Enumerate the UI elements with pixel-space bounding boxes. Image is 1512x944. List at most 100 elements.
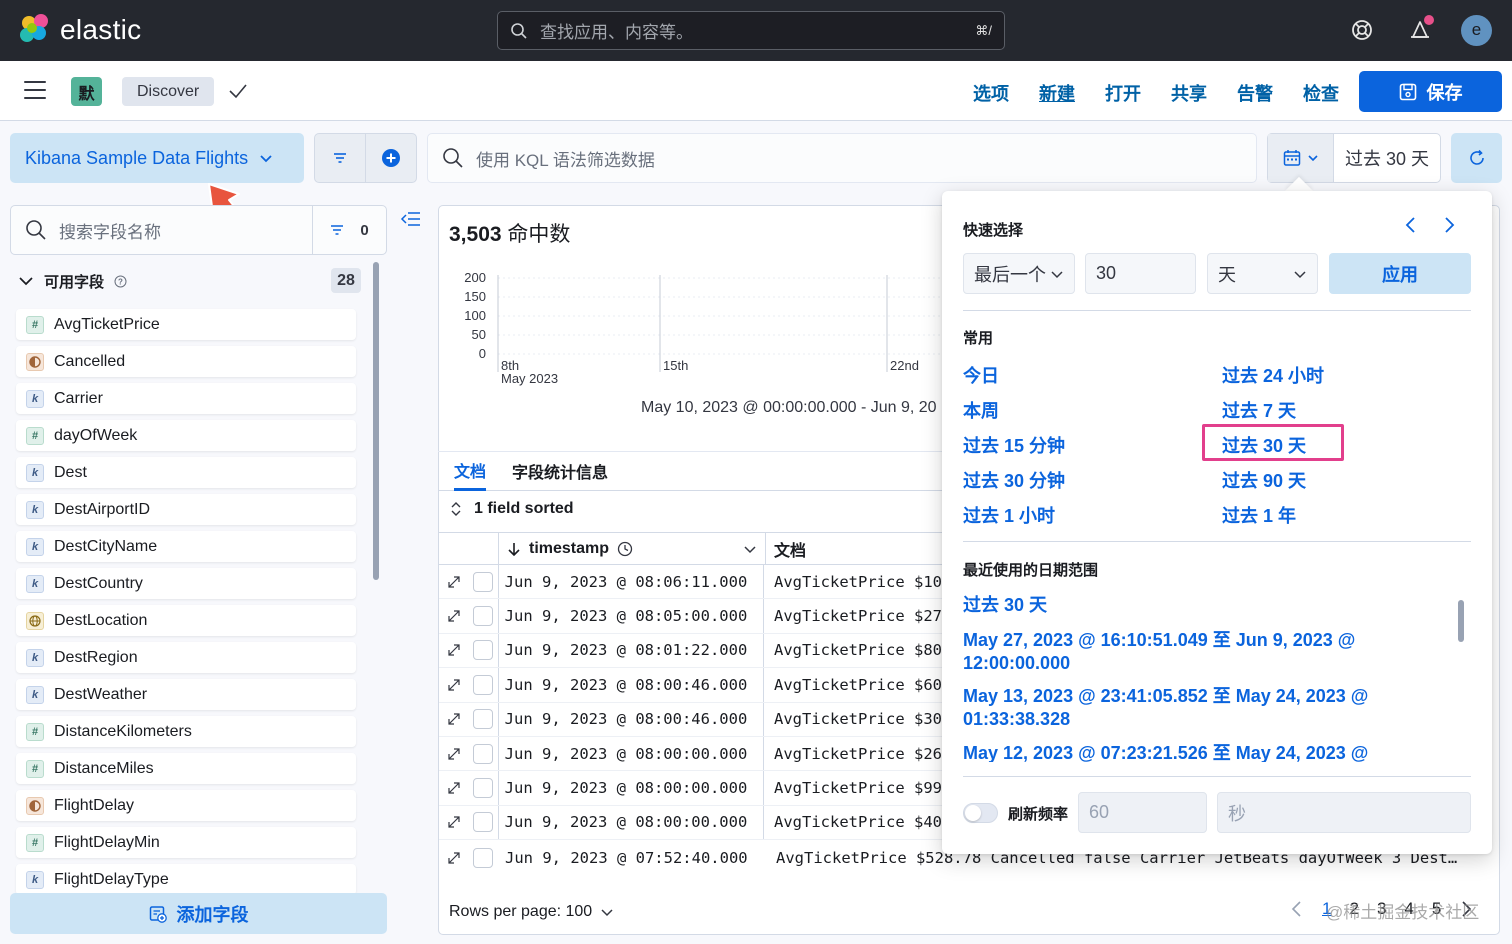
sidebar-scrollbar[interactable]: [373, 262, 379, 580]
apply-button[interactable]: 应用: [1329, 253, 1471, 294]
row-checkbox[interactable]: [473, 848, 493, 868]
field-item[interactable]: # AvgTicketPrice: [16, 309, 356, 340]
quick-menu-button[interactable]: [1268, 134, 1334, 182]
user-avatar[interactable]: e: [1461, 14, 1492, 46]
field-item[interactable]: k DestAirportID: [16, 494, 356, 525]
expand-icon[interactable]: [447, 643, 461, 657]
field-item[interactable]: k FlightDelayType: [16, 864, 356, 895]
field-item[interactable]: k DestWeather: [16, 679, 356, 710]
rows-per-page[interactable]: Rows per page: 100: [449, 903, 614, 921]
expand-icon[interactable]: [447, 747, 461, 761]
common-last-30-min[interactable]: 过去 30 分钟: [963, 467, 1065, 493]
refresh-unit-select[interactable]: 秒: [1217, 792, 1471, 833]
add-field-button[interactable]: 添加字段: [10, 893, 387, 934]
breadcrumb-discover[interactable]: Discover: [122, 77, 215, 106]
quick-direction-select[interactable]: 最后一个: [963, 253, 1075, 294]
row-controls: [439, 668, 499, 702]
filter-count: 0: [360, 221, 369, 239]
common-today[interactable]: 今日: [963, 362, 999, 388]
link-open[interactable]: 打开: [1105, 80, 1141, 106]
link-share[interactable]: 共享: [1171, 80, 1207, 106]
field-type-filter[interactable]: 0: [312, 206, 386, 254]
filter-menu-button[interactable]: [315, 134, 366, 182]
field-item[interactable]: DestLocation: [16, 605, 356, 636]
expand-icon[interactable]: [447, 575, 461, 589]
row-checkbox[interactable]: [473, 674, 493, 695]
field-search-input[interactable]: 搜索字段名称: [11, 218, 312, 243]
date-range-label[interactable]: 过去 30 天: [1334, 134, 1440, 182]
chevron-left-icon[interactable]: [1404, 216, 1418, 234]
chevron-down-icon[interactable]: [743, 542, 757, 556]
expand-icon[interactable]: [447, 609, 461, 623]
elastic-logo[interactable]: elastic: [20, 14, 141, 46]
common-last-24-hours[interactable]: 过去 24 小时: [1222, 362, 1324, 388]
expand-icon[interactable]: [447, 678, 461, 692]
expand-icon[interactable]: [447, 851, 461, 865]
timestamp-column-header[interactable]: timestamp: [499, 533, 766, 564]
common-last-90-days[interactable]: 过去 90 天: [1222, 467, 1306, 493]
add-filter-button[interactable]: [366, 134, 416, 182]
link-options[interactable]: 选项: [973, 80, 1009, 106]
field-item[interactable]: k Carrier: [16, 383, 356, 414]
chevron-right-icon[interactable]: [1442, 216, 1456, 234]
quick-amount-input[interactable]: 30: [1085, 253, 1196, 294]
refresh-interval-input[interactable]: 60: [1078, 792, 1207, 833]
field-name: Carrier: [54, 389, 103, 407]
recent-range[interactable]: May 27, 2023 @ 16:10:51.049 至 Jun 9, 202…: [963, 629, 1383, 675]
field-item[interactable]: FlightDelay: [16, 790, 356, 821]
row-checkbox[interactable]: [473, 606, 493, 627]
field-item[interactable]: k Dest: [16, 457, 356, 488]
refresh-toggle[interactable]: [963, 803, 998, 823]
link-inspect[interactable]: 检查: [1303, 80, 1339, 106]
available-fields-header[interactable]: 可用字段 ?: [18, 268, 368, 294]
common-last-1-hour[interactable]: 过去 1 小时: [963, 502, 1055, 528]
global-search-input[interactable]: 查找应用、内容等。 ⌘/: [497, 11, 1005, 50]
field-list: # AvgTicketPrice Cancelled k Carrier # dayOfWe…: [16, 309, 356, 901]
row-checkbox[interactable]: [473, 640, 493, 661]
collapse-sidebar-icon[interactable]: [400, 210, 422, 228]
link-alerts[interactable]: 告警: [1237, 80, 1273, 106]
quick-unit-select[interactable]: 天: [1207, 253, 1318, 294]
field-item[interactable]: k DestCountry: [16, 568, 356, 599]
tab-documents[interactable]: 文档: [454, 451, 487, 491]
keyword-type-icon: k: [26, 685, 44, 704]
row-checkbox[interactable]: [473, 778, 493, 799]
row-checkbox[interactable]: [473, 709, 493, 730]
field-item[interactable]: # FlightDelayMin: [16, 827, 356, 858]
field-item[interactable]: # dayOfWeek: [16, 420, 356, 451]
common-last-15-min[interactable]: 过去 15 分钟: [963, 432, 1065, 458]
popover-scrollbar[interactable]: [1458, 600, 1464, 642]
hamburger-menu-icon[interactable]: [24, 81, 46, 99]
data-view-picker[interactable]: Kibana Sample Data Flights: [10, 133, 304, 183]
common-last-7-days[interactable]: 过去 7 天: [1222, 397, 1296, 423]
row-checkbox[interactable]: [473, 812, 493, 833]
common-last-1-year[interactable]: 过去 1 年: [1222, 502, 1296, 528]
row-checkbox[interactable]: [473, 571, 493, 592]
field-item[interactable]: k DestCityName: [16, 531, 356, 562]
common-this-week[interactable]: 本周: [963, 397, 999, 423]
help-icon[interactable]: [1345, 13, 1379, 47]
expand-icon[interactable]: [447, 815, 461, 829]
link-new[interactable]: 新建: [1039, 80, 1075, 106]
recent-range[interactable]: 过去 30 天: [963, 594, 1047, 617]
document-column-header[interactable]: 文档: [766, 537, 806, 561]
chevron-left-icon[interactable]: [1290, 900, 1304, 918]
kql-query-input[interactable]: 使用 KQL 语法筛选数据: [427, 133, 1257, 183]
field-item[interactable]: Cancelled: [16, 346, 356, 377]
refresh-button[interactable]: [1451, 133, 1502, 183]
save-button[interactable]: 保存: [1359, 71, 1502, 112]
expand-icon[interactable]: [447, 712, 461, 726]
field-item[interactable]: # DistanceMiles: [16, 753, 356, 784]
recent-range[interactable]: May 12, 2023 @ 07:23:21.526 至 May 24, 20…: [963, 742, 1403, 762]
row-checkbox[interactable]: [473, 743, 493, 764]
field-name: DistanceMiles: [54, 759, 154, 777]
news-feed-icon[interactable]: [1403, 13, 1437, 47]
tab-field-stats[interactable]: 字段统计信息: [512, 451, 608, 491]
field-item[interactable]: # DistanceKilometers: [16, 716, 356, 747]
expand-icon[interactable]: [447, 781, 461, 795]
space-avatar[interactable]: 默: [71, 77, 102, 106]
recent-range[interactable]: May 13, 2023 @ 23:41:05.852 至 May 24, 20…: [963, 685, 1393, 731]
sort-indicator[interactable]: 1 field sorted: [450, 500, 574, 518]
field-item[interactable]: k DestRegion: [16, 642, 356, 673]
field-name: FlightDelayType: [54, 870, 169, 888]
